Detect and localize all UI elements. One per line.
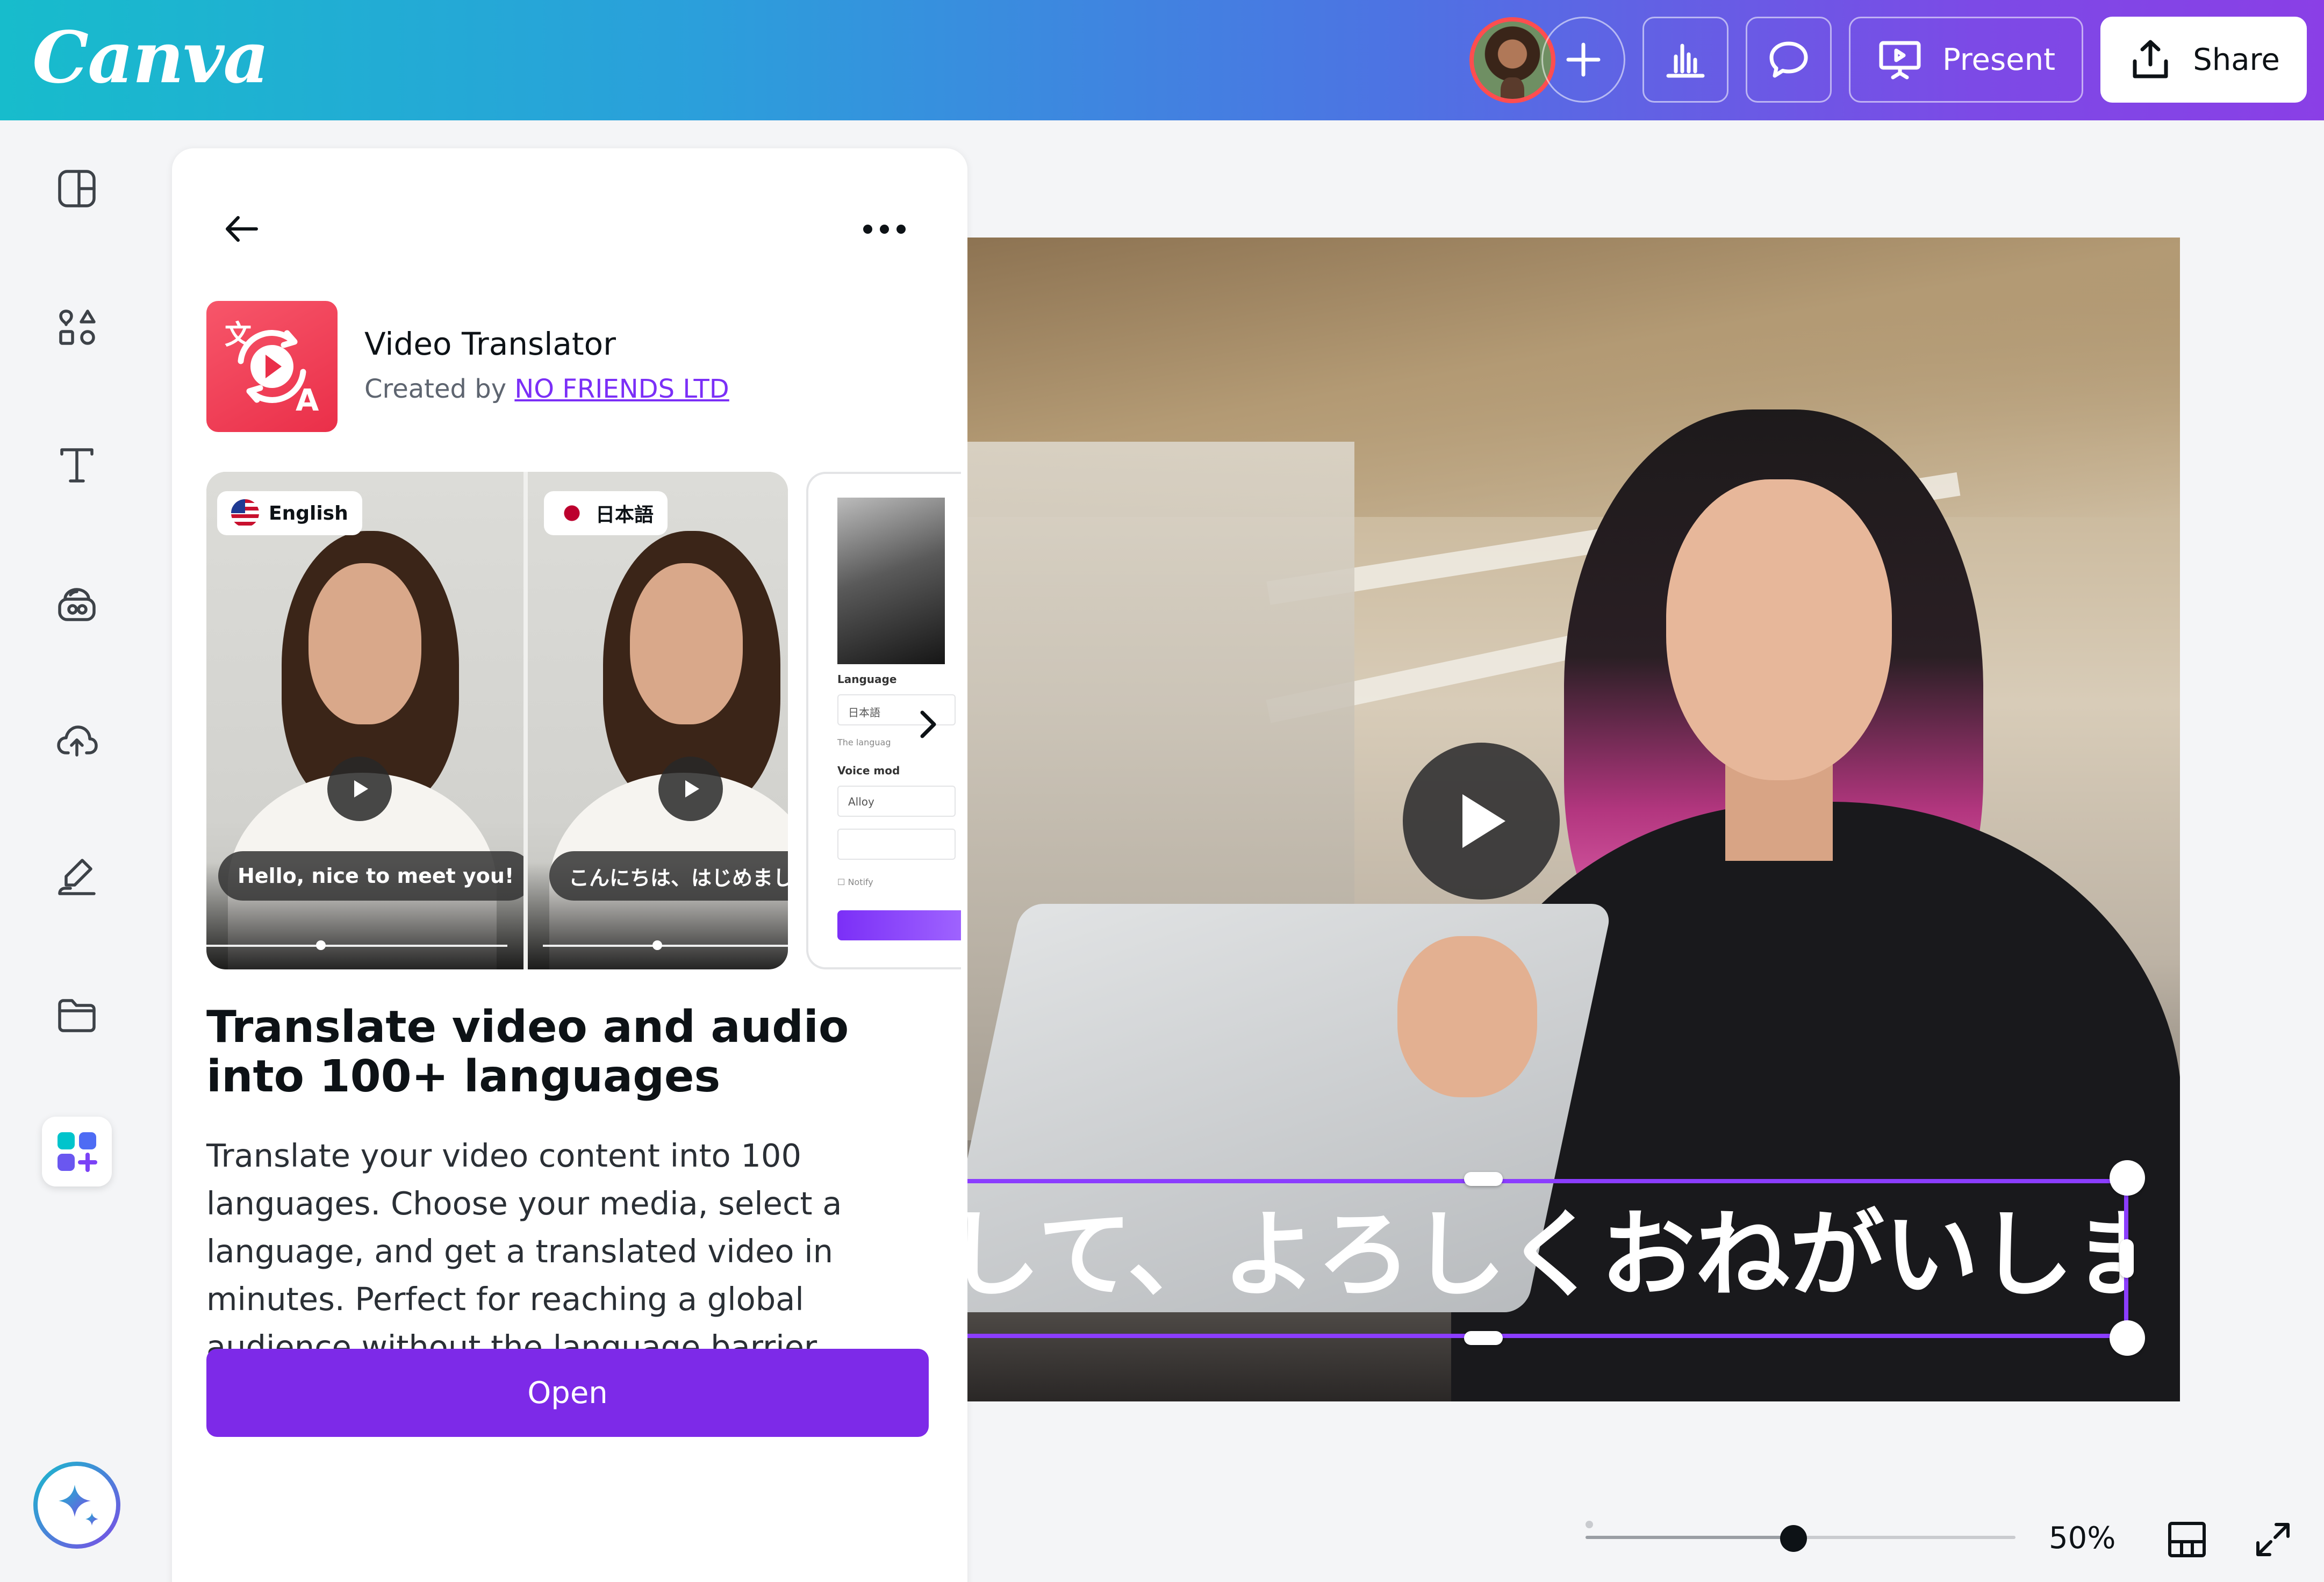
lang-badge-japanese: 日本語 [544,491,668,535]
sidebar-item-text[interactable] [47,435,106,494]
upload-cloud-icon [57,725,98,757]
sidebar-item-elements[interactable] [47,298,106,357]
resize-handle-bottom-right[interactable] [2110,1320,2145,1356]
sidebar-item-design[interactable] [47,159,106,218]
created-by-prefix: Created by [364,374,507,404]
preview-video-japanese: 日本語 こんにちは、はじめまし [528,472,788,969]
preview-play-button[interactable] [327,757,392,821]
resize-handle-top[interactable] [1464,1172,1503,1186]
jp-flag-icon [558,499,586,527]
more-dot-icon [863,224,872,234]
arrow-left-icon [226,216,258,242]
add-collaborator-button[interactable] [1541,17,1625,103]
preview-thumbnail [837,498,945,664]
present-label: Present [1942,42,2056,77]
us-flag-icon [231,499,259,527]
text-icon [60,448,94,483]
top-bar: Canva Present Share [0,0,2324,120]
share-label: Share [2193,42,2280,77]
present-button[interactable]: Present [1849,17,2083,103]
bar-chart-icon [1666,44,1705,78]
app-preview-carousel[interactable]: English Hello, nice to meet you! 日本語 こんに… [206,472,961,969]
grid-view-icon [2168,1522,2206,1557]
comment-icon [1769,41,1808,78]
comments-button[interactable] [1746,17,1832,103]
sidebar-item-brand[interactable] [47,574,106,633]
fullscreen-button[interactable] [2249,1515,2297,1564]
apps-icon [58,1132,97,1172]
magic-button[interactable] [33,1462,120,1549]
preview-video-comparison: English Hello, nice to meet you! 日本語 こんに… [206,472,788,969]
sidebar-item-projects[interactable] [47,986,106,1045]
more-options-button[interactable] [844,202,924,256]
app-description: Translate your video content into 100 la… [206,1137,842,1365]
draw-icon [58,859,96,895]
resize-handle-top-right[interactable] [2110,1160,2145,1196]
design-canvas[interactable]: して、よろしくおねがいします。 [967,238,2180,1401]
preview-play-button[interactable] [658,757,723,821]
carousel-next-button[interactable] [912,703,944,746]
plus-icon [1566,42,1601,77]
share-icon [2133,40,2168,78]
svg-text:A: A [296,383,319,418]
elements-icon [59,310,96,345]
share-button[interactable]: Share [2100,17,2307,103]
video-translator-logo: 文 A [206,301,338,432]
folder-icon [58,999,96,1032]
sparkle-icon [59,1485,98,1526]
chevron-right-icon [920,710,936,738]
play-icon [1462,794,1505,848]
app-name: Video Translator [364,326,616,362]
layout-icon [58,170,96,207]
sidebar-item-draw[interactable] [47,847,106,906]
back-button[interactable] [215,202,269,256]
preview-scrubber [206,945,507,947]
preview-caption-english: Hello, nice to meet you! [218,851,523,901]
selection-box [967,1179,2128,1338]
open-app-button[interactable]: Open [206,1349,929,1437]
preview-caption-japanese: こんにちは、はじめまし [549,851,788,901]
preview-video-english: English Hello, nice to meet you! [206,472,523,969]
page-view-button[interactable] [2163,1515,2211,1564]
app-headline: Translate video and audio into 100+ lang… [206,1002,849,1102]
sidebar-item-uploads[interactable] [47,710,106,770]
play-icon [685,780,699,797]
zoom-slider-thumb[interactable] [1780,1525,1807,1552]
app-detail-panel: 文 A Video Translator Created by NO FRIEN… [172,148,967,1582]
present-icon [1879,41,1921,80]
app-developer: Created by NO FRIENDS LTD [364,374,729,404]
insights-button[interactable] [1642,17,1728,103]
resize-handle-right[interactable] [2120,1239,2134,1278]
zoom-slider-fill [1586,1536,1801,1539]
lang-badge-english: English [217,491,362,535]
canva-logo[interactable]: Canva [32,16,269,99]
developer-link[interactable]: NO FRIENDS LTD [514,374,729,404]
video-play-button[interactable] [1403,743,1560,900]
play-icon [354,780,368,797]
brand-icon [58,588,96,621]
resize-handle-bottom[interactable] [1464,1331,1503,1345]
sidebar-item-apps[interactable] [42,1117,112,1186]
expand-icon [2256,1523,2290,1556]
zoom-level[interactable]: 50% [2049,1521,2115,1556]
